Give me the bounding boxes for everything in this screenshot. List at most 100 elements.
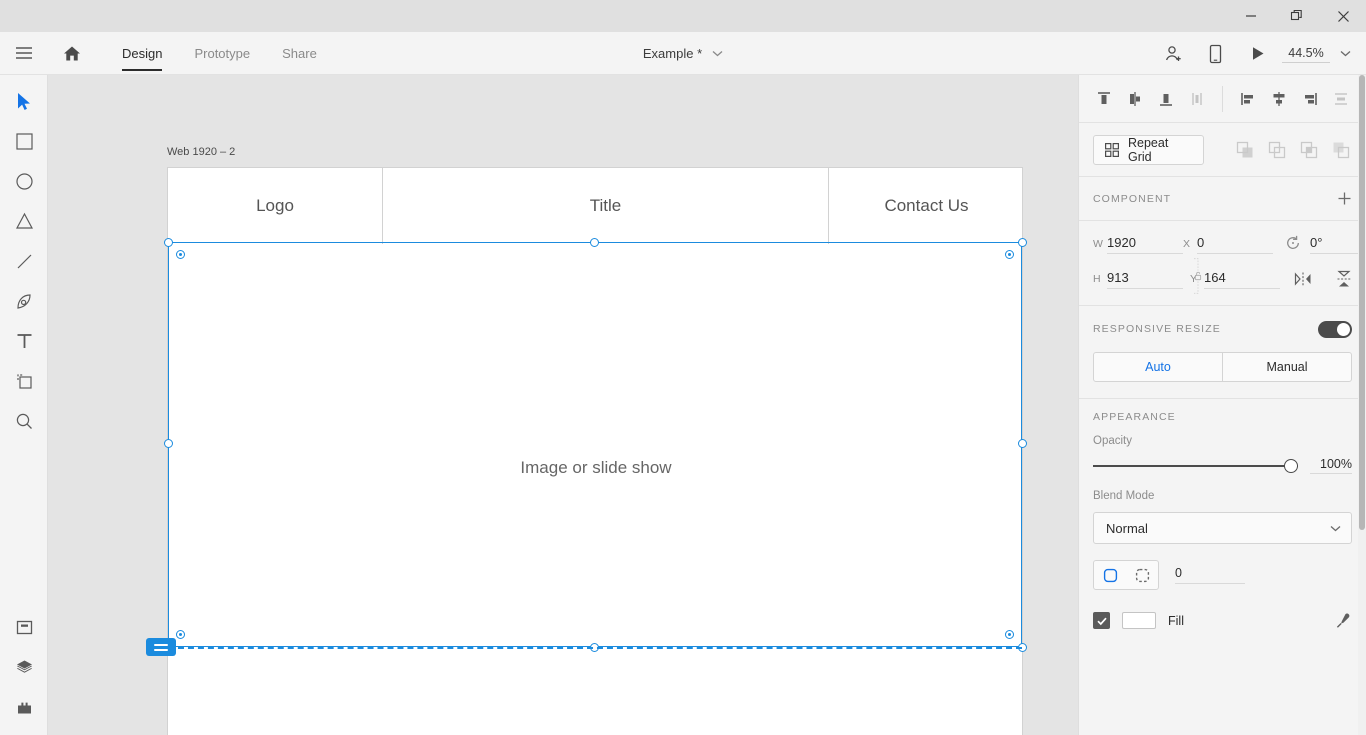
properties-panel-scrollbar[interactable]	[1358, 75, 1366, 735]
align-right-icon[interactable]	[1294, 83, 1325, 115]
align-top-icon[interactable]	[1089, 83, 1120, 115]
y-value[interactable]: 164	[1204, 270, 1280, 289]
blend-mode-select[interactable]: Normal	[1093, 512, 1352, 544]
align-horizontal-center-icon[interactable]	[1264, 83, 1295, 115]
corner-radius-value[interactable]: 0	[1175, 566, 1245, 584]
left-toolbar	[0, 75, 48, 735]
alignment-toolbar	[1079, 75, 1366, 123]
artboard-body-text: Image or slide show	[520, 458, 672, 477]
boolean-intersect-icon[interactable]	[1298, 139, 1320, 161]
artboard-tool[interactable]	[0, 361, 48, 401]
plus-icon[interactable]	[1337, 191, 1352, 206]
height-label: H	[1093, 273, 1101, 285]
align-vertical-center-icon[interactable]	[1120, 83, 1151, 115]
home-icon[interactable]	[48, 32, 96, 75]
tab-design-label: Design	[122, 45, 163, 61]
distribute-horizontal-icon[interactable]	[1325, 83, 1356, 115]
responsive-resize-section: RESPONSIVE RESIZE Auto Manual	[1079, 305, 1366, 382]
flip-horizontal-icon[interactable]	[1294, 271, 1312, 287]
component-section-header: COMPONENT	[1079, 177, 1366, 221]
boolean-exclude-icon[interactable]	[1330, 139, 1352, 161]
artboard-header-row: Logo Title Contact Us	[168, 168, 1024, 244]
pen-tool[interactable]	[0, 281, 48, 321]
fill-checkbox[interactable]	[1093, 612, 1110, 629]
device-preview-icon[interactable]	[1194, 32, 1236, 75]
corner-radius-row: 0	[1093, 560, 1352, 590]
rotate-icon[interactable]	[1285, 235, 1301, 251]
width-value[interactable]: 1920	[1107, 235, 1183, 254]
polygon-tool[interactable]	[0, 201, 48, 241]
height-value[interactable]: 913	[1107, 270, 1183, 289]
window-titlebar	[0, 0, 1366, 32]
resize-mode-auto-label: Auto	[1145, 360, 1171, 374]
artboard-name-label[interactable]: Web 1920 – 2	[167, 146, 235, 158]
minimize-button[interactable]	[1228, 0, 1274, 32]
align-bottom-icon[interactable]	[1151, 83, 1182, 115]
lock-aspect-icon[interactable]	[1182, 245, 1202, 307]
corner-radius-uniform-icon[interactable]	[1094, 561, 1126, 589]
fill-label: Fill	[1168, 613, 1184, 628]
header-cell-title[interactable]: Title	[383, 168, 829, 244]
eyedropper-icon[interactable]	[1335, 612, 1352, 629]
tab-prototype-label: Prototype	[194, 45, 251, 61]
chevron-down-icon	[1330, 525, 1341, 532]
header-cell-contact[interactable]: Contact Us	[829, 168, 1024, 244]
boolean-add-icon[interactable]	[1234, 139, 1256, 161]
ellipse-tool[interactable]	[0, 161, 48, 201]
boolean-subtract-icon[interactable]	[1266, 139, 1288, 161]
invite-user-icon[interactable]	[1152, 32, 1194, 75]
blend-mode-label: Blend Mode	[1093, 490, 1155, 502]
rectangle-tool[interactable]	[0, 121, 48, 161]
height-field[interactable]: H 913	[1093, 270, 1183, 289]
line-tool[interactable]	[0, 241, 48, 281]
zoom-chevron-down-icon[interactable]	[1332, 50, 1358, 57]
y-field[interactable]: Y 164	[1190, 270, 1280, 289]
blend-mode-value: Normal	[1106, 520, 1148, 536]
plugins-puzzle-icon[interactable]	[0, 687, 48, 727]
zoom-level-value[interactable]: 44.5%	[1282, 45, 1330, 63]
opacity-slider-knob[interactable]	[1284, 458, 1298, 473]
repeat-grid-label: Repeat Grid	[1128, 135, 1169, 164]
fill-row: Fill	[1093, 612, 1352, 629]
fill-color-swatch[interactable]	[1122, 612, 1156, 629]
close-button[interactable]	[1320, 0, 1366, 32]
resize-mode-manual[interactable]: Manual	[1223, 353, 1351, 381]
assets-panel-icon[interactable]	[0, 607, 48, 647]
resize-mode-segmented: Auto Manual	[1093, 352, 1352, 382]
play-preview-icon[interactable]	[1236, 32, 1278, 75]
resize-mode-auto[interactable]: Auto	[1094, 353, 1222, 381]
align-left-icon[interactable]	[1233, 83, 1264, 115]
appearance-title: APPEARANCE	[1093, 411, 1176, 423]
tab-prototype[interactable]: Prototype	[178, 32, 266, 75]
opacity-slider[interactable]	[1093, 458, 1298, 474]
distribute-vertical-icon[interactable]	[1181, 83, 1212, 115]
chevron-down-icon[interactable]	[712, 50, 723, 57]
scrollbar-thumb[interactable]	[1359, 75, 1365, 530]
header-cell-logo[interactable]: Logo	[168, 168, 383, 244]
text-tool[interactable]	[0, 321, 48, 361]
repeat-grid-drag-handle[interactable]	[146, 638, 176, 656]
tab-share-label: Share	[282, 45, 317, 61]
opacity-value[interactable]: 100%	[1310, 457, 1352, 474]
design-canvas[interactable]: Web 1920 – 2 Image or slide show Logo Ti…	[48, 75, 1078, 735]
restore-button[interactable]	[1274, 0, 1320, 32]
opacity-label: Opacity	[1093, 435, 1132, 447]
repeat-grid-button[interactable]: Repeat Grid	[1093, 134, 1204, 165]
layers-stack-icon[interactable]	[0, 647, 48, 687]
zoom-tool[interactable]	[0, 401, 48, 441]
artboard-web-1920-2[interactable]: Image or slide show Logo Title Contact U…	[167, 167, 1023, 735]
grid-2x2-icon	[1105, 142, 1119, 157]
select-tool[interactable]	[0, 81, 48, 121]
flip-vertical-icon[interactable]	[1336, 270, 1352, 288]
width-field[interactable]: W 1920	[1093, 235, 1183, 254]
x-value[interactable]: 0	[1197, 235, 1273, 254]
responsive-resize-toggle[interactable]	[1318, 320, 1352, 338]
properties-panel: Repeat Grid COMPONENT W 1920 X 0 0° H 91…	[1078, 75, 1366, 735]
main-menubar: Design Prototype Share Example * 44.5%	[0, 32, 1366, 75]
corner-radius-individual-icon[interactable]	[1126, 561, 1158, 589]
tab-design[interactable]: Design	[106, 32, 178, 75]
component-section-title: COMPONENT	[1093, 192, 1172, 205]
zoom-control[interactable]: 44.5%	[1282, 45, 1358, 63]
hamburger-menu-icon[interactable]	[0, 32, 48, 75]
tab-share[interactable]: Share	[266, 32, 333, 75]
